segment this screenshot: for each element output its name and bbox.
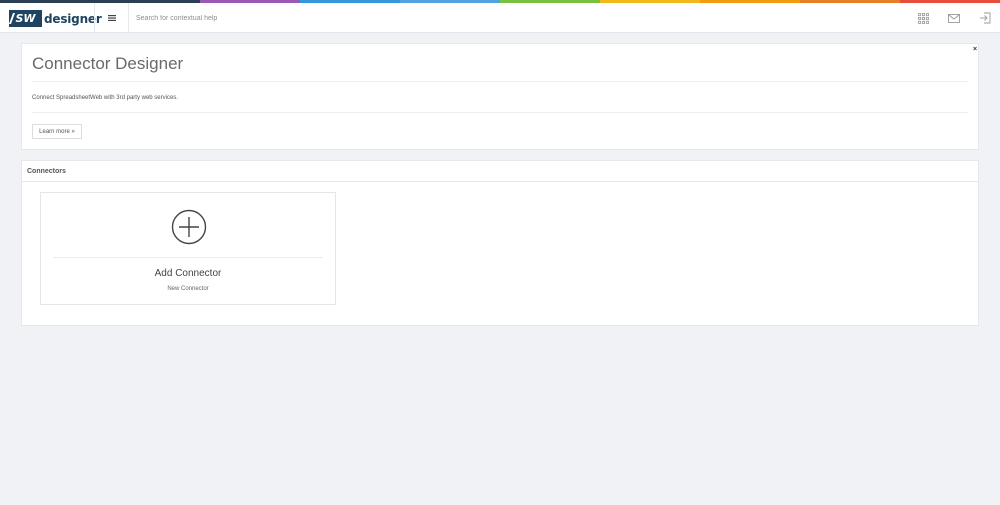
close-icon[interactable]: ×	[971, 46, 979, 54]
apps-grid-icon[interactable]	[916, 11, 930, 25]
card-title: Add Connector	[154, 268, 222, 279]
intro-description: Connect SpreadsheetWeb with 3rd party we…	[32, 95, 178, 101]
card-divider	[53, 257, 323, 258]
intro-panel: × Connector Designer Connect Spreadsheet…	[21, 43, 979, 150]
top-navbar: SW designer	[0, 3, 1000, 33]
search-input[interactable]	[136, 11, 436, 25]
logo-badge-text: SW	[15, 12, 36, 25]
brand-logo[interactable]: SW designer	[9, 9, 102, 28]
plus-circle-icon	[171, 209, 207, 245]
menu-toggle-button[interactable]	[95, 3, 128, 33]
hamburger-icon	[107, 15, 116, 21]
connectors-panel: Connectors Add Connector New Connector	[21, 160, 979, 326]
page-title: Connector Designer	[32, 54, 184, 73]
logo-badge: SW	[9, 10, 42, 27]
intro-divider	[32, 112, 968, 113]
learn-more-button[interactable]: Learn more »	[32, 124, 82, 139]
logout-icon[interactable]	[978, 11, 992, 25]
section-title: Connectors	[27, 168, 66, 175]
logo-wordmark: designer	[44, 11, 102, 26]
mail-icon[interactable]	[947, 11, 961, 25]
card-subtitle: New Connector	[167, 286, 209, 292]
section-divider	[22, 181, 978, 182]
intro-divider	[32, 81, 968, 82]
navbar-divider	[128, 3, 129, 33]
add-connector-card[interactable]: Add Connector New Connector	[40, 192, 336, 305]
